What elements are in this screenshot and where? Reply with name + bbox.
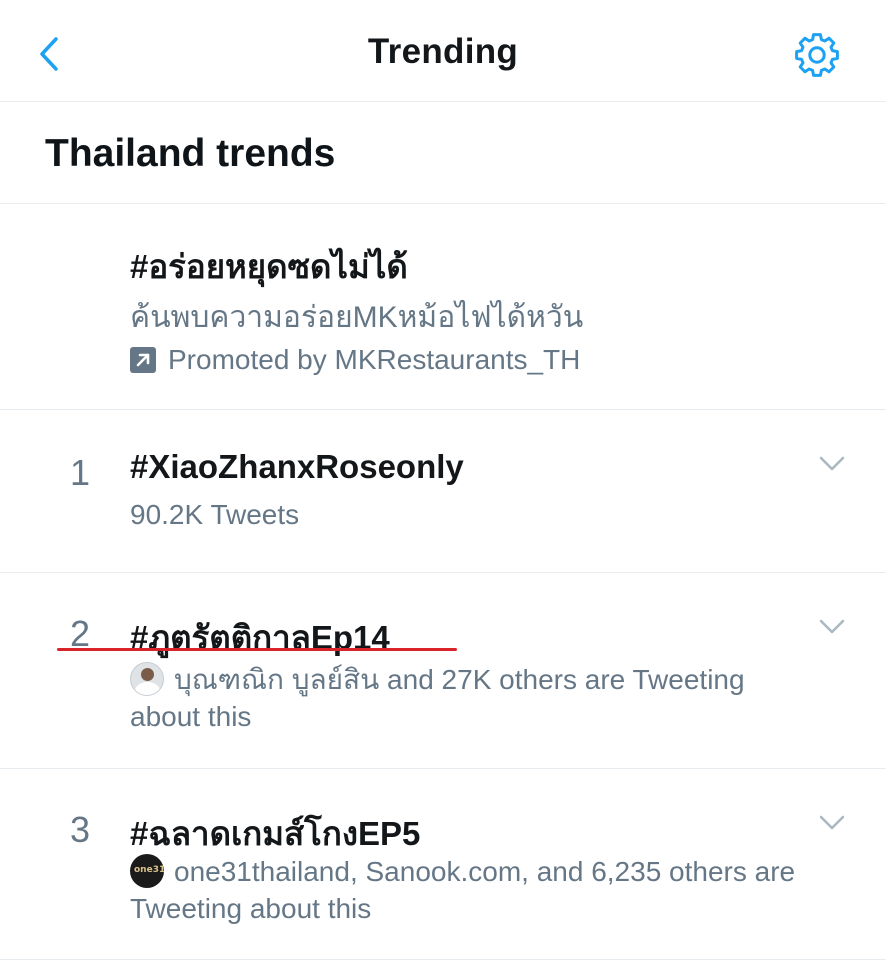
- page-title: Trending: [367, 32, 519, 71]
- trend-item[interactable]: 2 #ภูตรัตติกาลEp14 บุณฑณิก บูลย์สิน and …: [0, 573, 886, 769]
- settings-button[interactable]: [793, 31, 841, 79]
- gear-icon: [795, 33, 839, 77]
- trend-meta-text: one31thailand, Sanook.com, and 6,235 oth…: [130, 856, 796, 924]
- chevron-down-icon[interactable]: [819, 619, 845, 635]
- channel-avatar: one31: [130, 854, 164, 888]
- section-title: Thailand trends: [0, 102, 886, 204]
- trend-item[interactable]: 3 #ฉลาดเกมส์โกงEP5 one31 one31thailand, S…: [0, 769, 886, 960]
- trend-meta: 90.2K Tweets: [130, 499, 300, 530]
- trend-name: #อร่อยหยุดซดไม่ได้: [130, 248, 408, 285]
- trend-name: #ภูตรัตติกาลEp14: [130, 619, 390, 656]
- chevron-down-icon[interactable]: [819, 456, 845, 472]
- trend-description: ค้นพบความอร่อยMKหม้อไฟได้หวัน: [130, 301, 584, 334]
- chevron-down-icon[interactable]: [819, 815, 845, 831]
- trend-meta: one31 one31thailand, Sanook.com, and 6,23…: [130, 853, 816, 927]
- trend-meta-text: บุณฑณิก บูลย์สิน and 27K others are Twee…: [130, 664, 745, 732]
- promoted-by-line: Promoted by MKRestaurants_TH: [130, 344, 580, 376]
- user-avatar: [130, 662, 164, 696]
- promoted-arrow-icon: [130, 347, 156, 373]
- trend-item[interactable]: 1 #XiaoZhanxRoseonly 90.2K Tweets: [0, 410, 886, 573]
- trend-meta: บุณฑณิก บูลย์สิน and 27K others are Twee…: [130, 661, 816, 735]
- trend-name: #XiaoZhanxRoseonly: [130, 448, 464, 485]
- promoted-by-text: Promoted by MKRestaurants_TH: [168, 344, 581, 375]
- top-bar: Trending: [0, 0, 886, 102]
- trend-rank: 1: [70, 452, 91, 493]
- annotation-underline: [57, 648, 457, 651]
- promoted-trend[interactable]: #อร่อยหยุดซดไม่ได้ ค้นพบความอร่อยMKหม้อไ…: [0, 204, 886, 410]
- trend-rank: 3: [70, 809, 91, 850]
